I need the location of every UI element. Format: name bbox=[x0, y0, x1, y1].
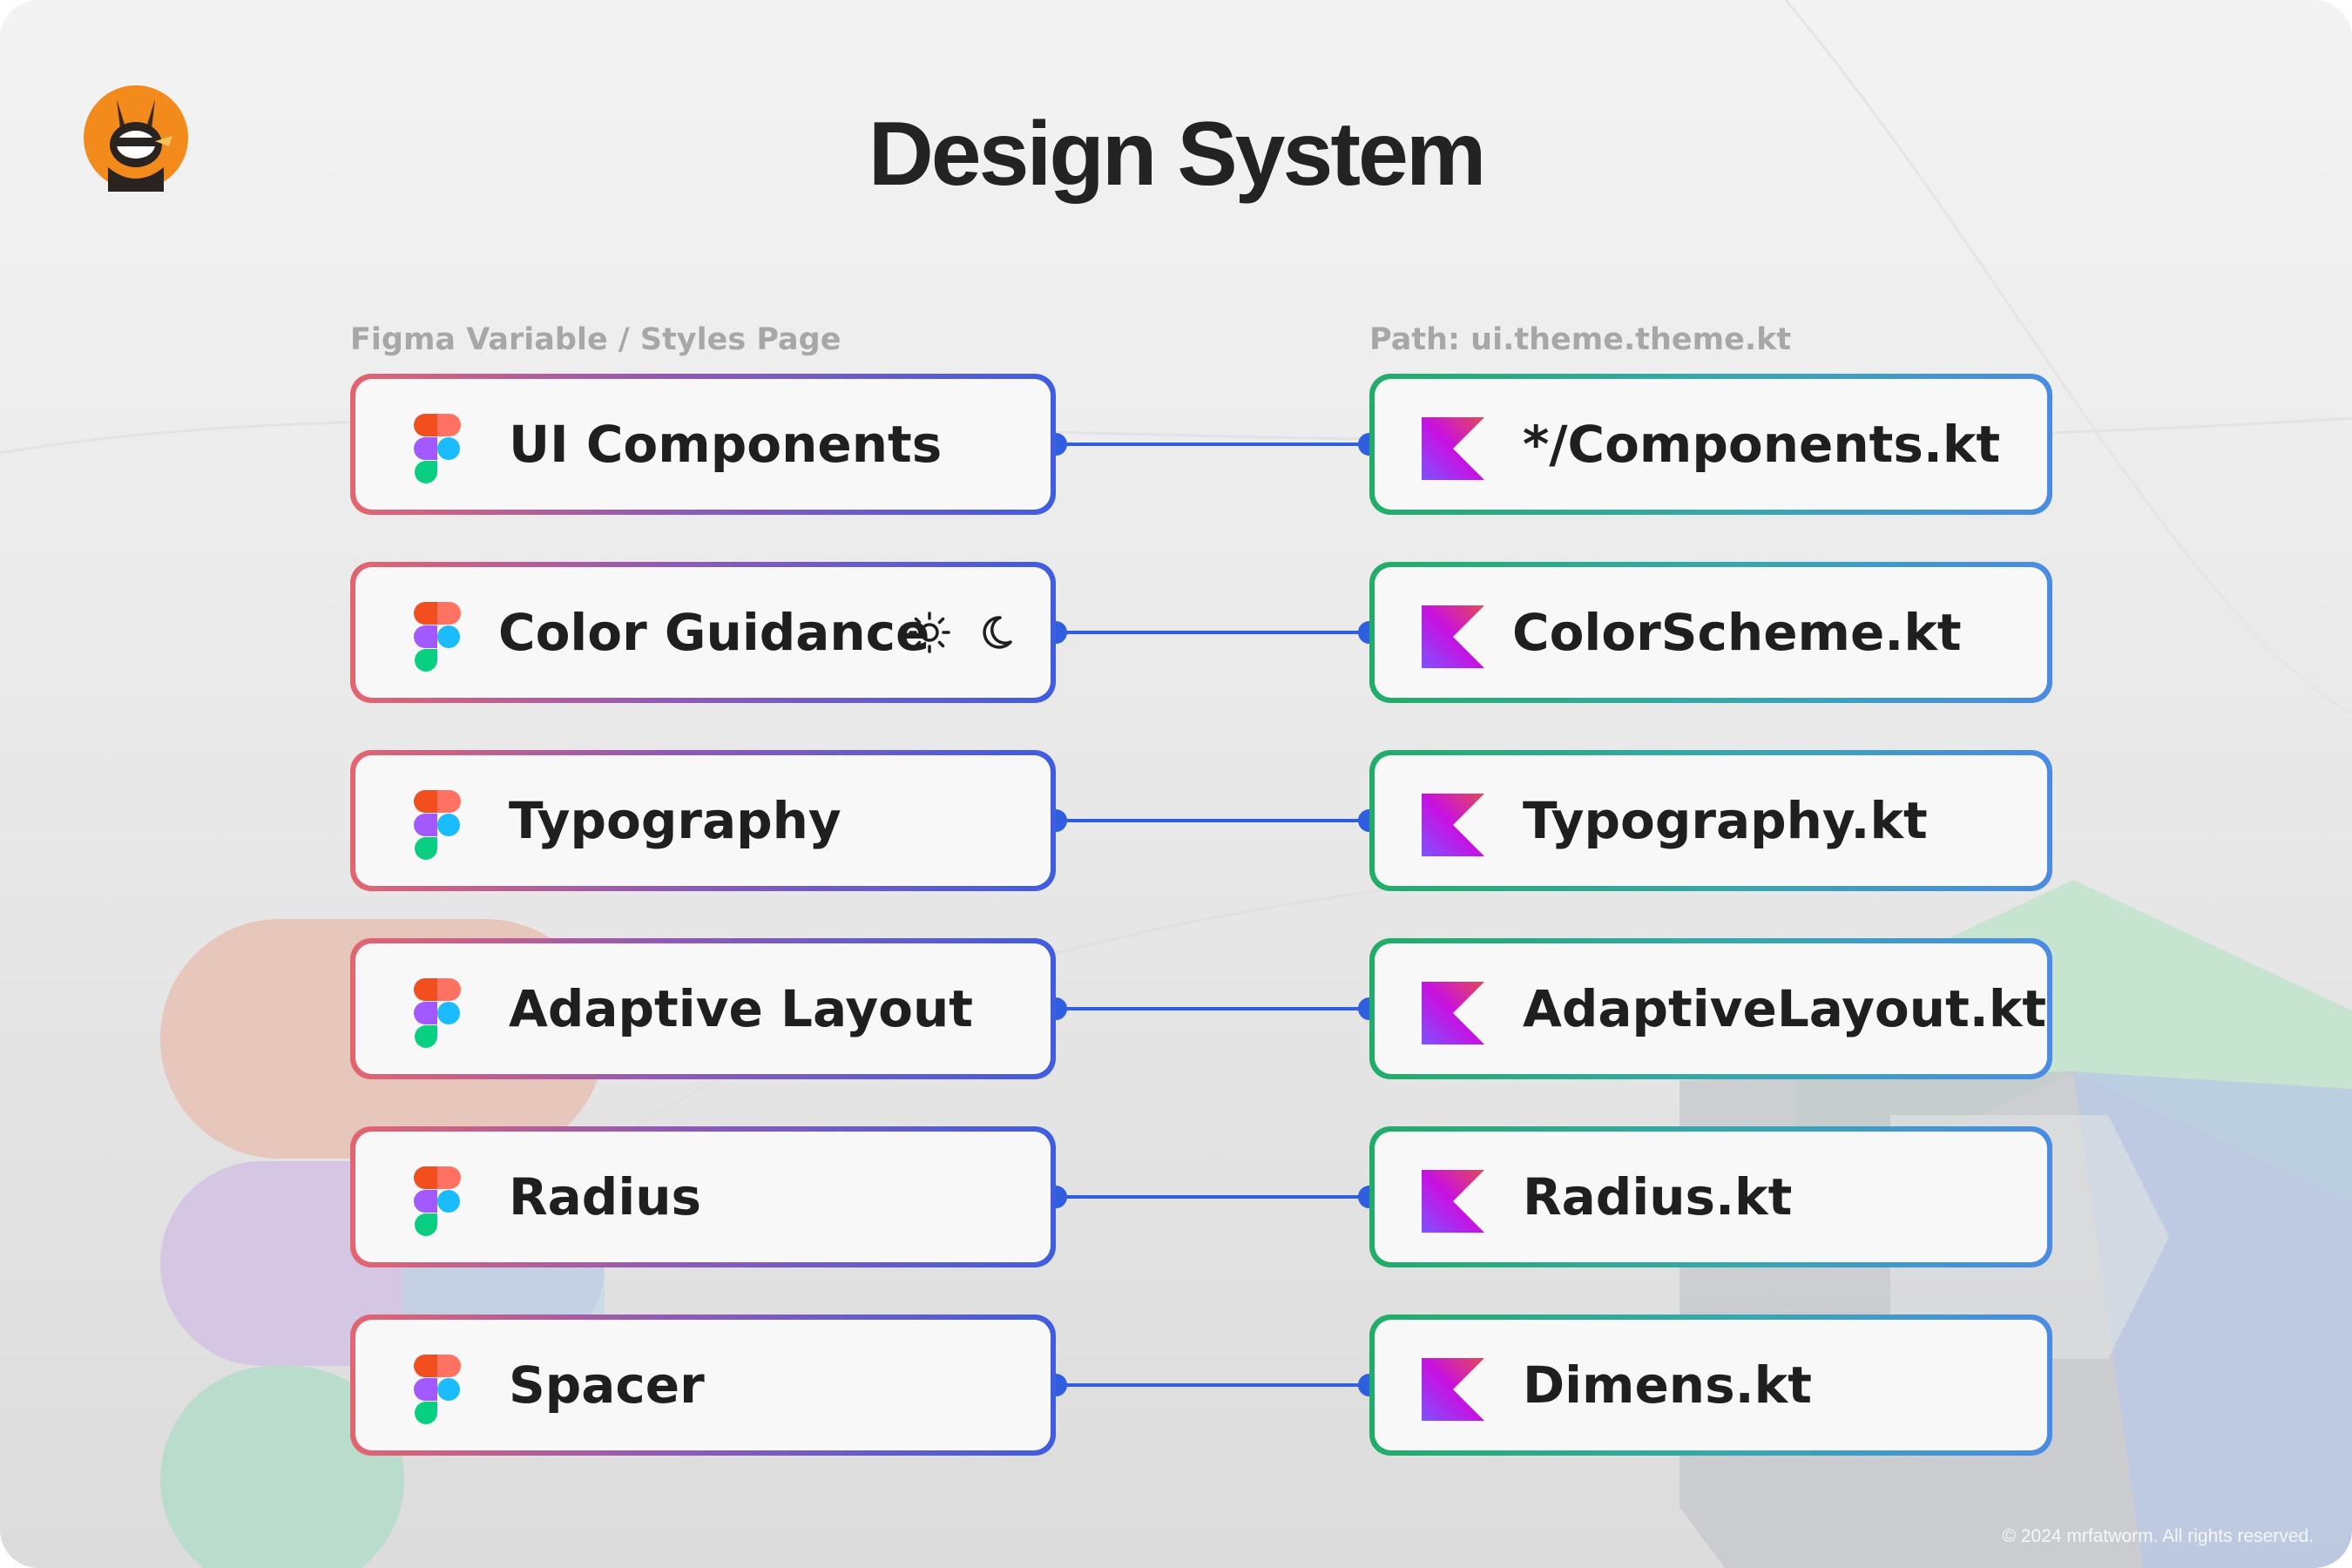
figma-label: Spacer bbox=[509, 1355, 705, 1415]
figma-logo-icon bbox=[414, 978, 461, 1048]
kotlin-box-inner: Dimens.kt bbox=[1375, 1320, 2047, 1450]
kotlin-box-inner: ColorScheme.kt bbox=[1375, 567, 2047, 698]
figma-label: Adaptive Layout bbox=[509, 979, 973, 1038]
kotlin-label: Radius.kt bbox=[1523, 1167, 1793, 1227]
figma-logo-icon bbox=[414, 790, 461, 860]
kotlin-box-typography: Typography.kt bbox=[1369, 750, 2052, 891]
moon-icon bbox=[983, 616, 1012, 649]
kotlin-label: Dimens.kt bbox=[1523, 1355, 1812, 1415]
kotlin-box-inner: */Components.kt bbox=[1375, 379, 2047, 510]
figma-box-ui-components: UI Components bbox=[350, 374, 1056, 515]
figma-box-inner: Spacer bbox=[355, 1320, 1051, 1450]
kotlin-label: ColorScheme.kt bbox=[1512, 603, 1962, 662]
kotlin-box-dimens: Dimens.kt bbox=[1369, 1315, 2052, 1456]
figma-box-inner: Radius bbox=[355, 1132, 1051, 1262]
canvas: Design System Figma Variable / Styles Pa… bbox=[0, 0, 2352, 1568]
figma-logo-icon bbox=[414, 602, 461, 672]
figma-logo-icon bbox=[414, 1355, 461, 1424]
kotlin-box-inner: Typography.kt bbox=[1375, 755, 2047, 886]
figma-label: UI Components bbox=[509, 415, 943, 474]
kotlin-logo-icon bbox=[1422, 1170, 1484, 1233]
figma-box-inner: Color Guidance bbox=[355, 567, 1051, 698]
figma-label: Color Guidance bbox=[498, 603, 930, 662]
figma-box-typography: Typography bbox=[350, 750, 1056, 891]
figma-label: Radius bbox=[509, 1167, 702, 1227]
figma-box-adaptive-layout: Adaptive Layout bbox=[350, 938, 1056, 1079]
sun-icon bbox=[909, 612, 950, 653]
kotlin-box-inner: Radius.kt bbox=[1375, 1132, 2047, 1262]
figma-box-radius: Radius bbox=[350, 1126, 1056, 1267]
figma-box-spacer: Spacer bbox=[350, 1315, 1056, 1456]
kotlin-box-components: */Components.kt bbox=[1369, 374, 2052, 515]
figma-box-color-guidance: Color Guidance bbox=[350, 562, 1056, 703]
kotlin-label: Typography.kt bbox=[1523, 791, 1928, 850]
kotlin-box-inner: AdaptiveLayout.kt bbox=[1375, 943, 2047, 1074]
figma-logo-icon bbox=[414, 414, 461, 483]
figma-box-inner: Typography bbox=[355, 755, 1051, 886]
figma-logo-icon bbox=[414, 1166, 461, 1236]
kotlin-logo-icon bbox=[1422, 605, 1484, 668]
theme-mode-icons bbox=[908, 611, 1016, 654]
kotlin-logo-icon bbox=[1422, 417, 1484, 480]
kotlin-logo-icon bbox=[1422, 794, 1484, 856]
kotlin-box-radius: Radius.kt bbox=[1369, 1126, 2052, 1267]
kotlin-label: */Components.kt bbox=[1523, 415, 2001, 474]
kotlin-label: AdaptiveLayout.kt bbox=[1523, 979, 2047, 1038]
figma-box-inner: UI Components bbox=[355, 379, 1051, 510]
figma-box-inner: Adaptive Layout bbox=[355, 943, 1051, 1074]
kotlin-box-adaptivelayout: AdaptiveLayout.kt bbox=[1369, 938, 2052, 1079]
figma-label: Typography bbox=[509, 791, 841, 850]
kotlin-box-colorscheme: ColorScheme.kt bbox=[1369, 562, 2052, 703]
kotlin-logo-icon bbox=[1422, 1358, 1484, 1421]
copyright-notice: © 2024 mrfatworm. All rights reserved. bbox=[2002, 1526, 2314, 1546]
kotlin-logo-icon bbox=[1422, 982, 1484, 1044]
